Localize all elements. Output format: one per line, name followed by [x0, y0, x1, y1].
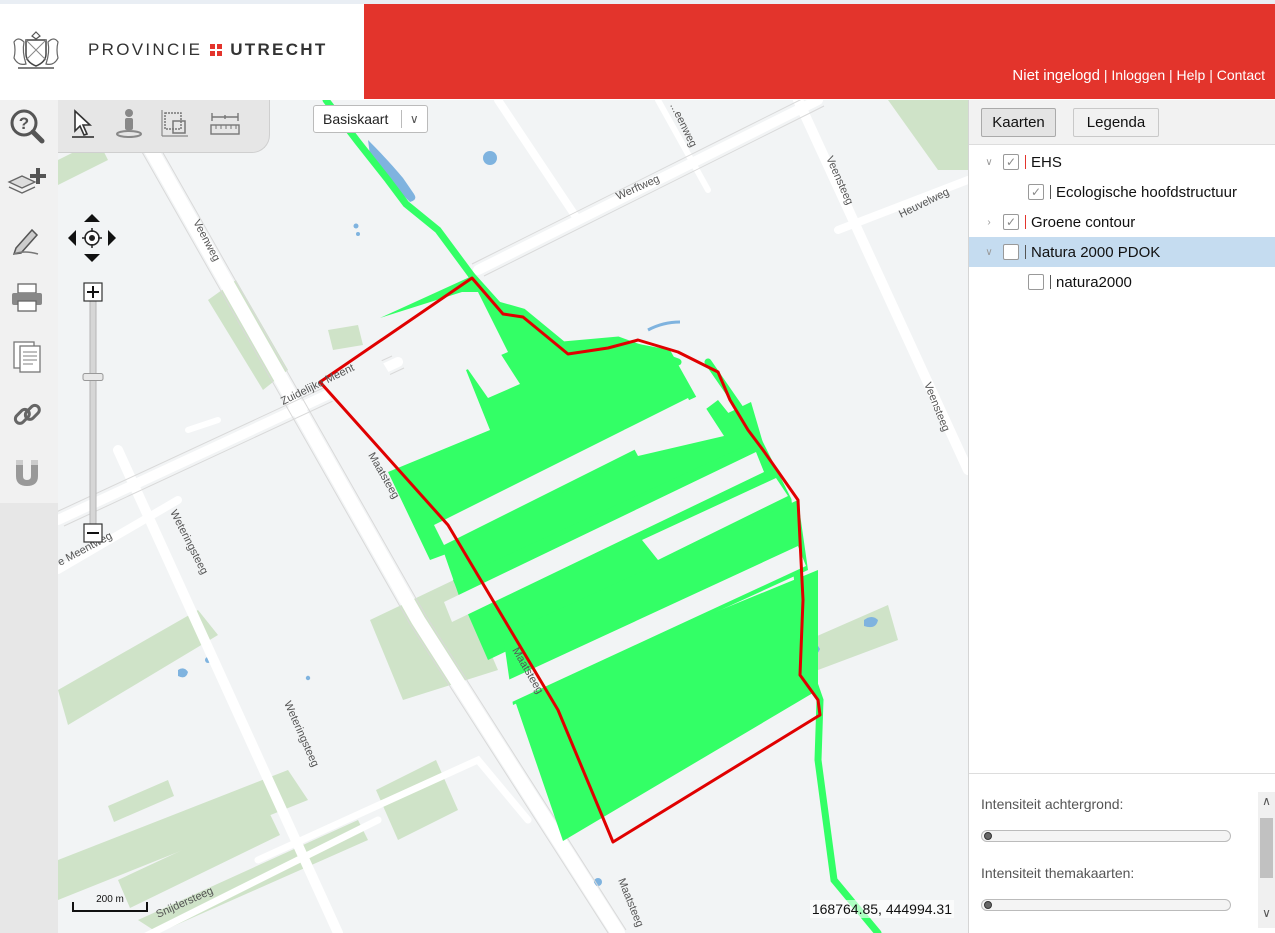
link-button[interactable] [6, 395, 48, 435]
slider-label-background: Intensiteit achtergrond: [981, 796, 1124, 812]
layer-node-ecologische-hoofdstructuur[interactable]: ✓ Ecologische hoofdstructuur [969, 177, 1275, 207]
print-icon [12, 283, 42, 312]
left-toolbar: ? [0, 100, 58, 933]
layer-color-bar [1050, 275, 1051, 289]
street-label-veensteeg-2: Veensteeg [921, 381, 952, 434]
add-layer-button[interactable] [6, 160, 48, 200]
slider-background-knob[interactable] [984, 832, 992, 840]
street-label-werftweg: Werftweg [614, 173, 661, 203]
layer-panel: Kaarten Legenda ∨ ✓ EHS ✓ Ecologische ho… [968, 100, 1275, 933]
link-icon [13, 403, 41, 425]
pan-control[interactable] [66, 212, 118, 264]
measure-distance-button[interactable] [208, 106, 242, 140]
help-link[interactable]: Help [1177, 67, 1206, 83]
layer-label-natura-pdok: Natura 2000 PDOK [1031, 243, 1161, 261]
zoom-slider[interactable] [82, 282, 104, 544]
map-tool-bar [58, 100, 270, 153]
basemap-select-value: Basiskaart [323, 111, 389, 127]
map-canvas[interactable]: Veenweg Werftweg Veensteeg Heuvelweg Zui… [58, 100, 968, 933]
login-link[interactable]: Inloggen [1111, 67, 1165, 83]
streetview-person-icon [116, 109, 142, 138]
basemap[interactable]: Veenweg Werftweg Veensteeg Heuvelweg Zui… [58, 100, 968, 933]
collapse-arrow-icon[interactable]: › [983, 217, 995, 228]
measure-area-icon [161, 110, 188, 137]
scroll-down-icon[interactable]: ∨ [1258, 906, 1275, 926]
basemap-select[interactable]: Basiskaart ∨ [313, 105, 428, 133]
add-layer-icon [7, 168, 46, 194]
layer-node-natura-2000-pdok[interactable]: ∨ Natura 2000 PDOK [969, 237, 1275, 267]
layer-label-ehs: EHS [1031, 153, 1062, 171]
coat-of-arms-icon [13, 31, 59, 69]
draw-icon [12, 228, 39, 255]
layer-node-natura2000[interactable]: natura2000 [969, 267, 1275, 297]
select-arrow-icon [72, 109, 94, 138]
layer-node-groene-contour[interactable]: › ✓ Groene contour [969, 207, 1275, 237]
tab-legenda[interactable]: Legenda [1073, 108, 1159, 137]
expand-arrow-icon[interactable]: ∨ [983, 247, 995, 258]
expand-arrow-icon[interactable]: ∨ [983, 157, 995, 168]
scroll-up-icon[interactable]: ∧ [1258, 794, 1275, 814]
slider-background[interactable] [981, 830, 1231, 842]
zoom-in-button[interactable] [83, 282, 103, 302]
document-button[interactable] [6, 336, 48, 376]
pan-left-icon[interactable] [68, 230, 76, 246]
pan-down-icon[interactable] [84, 254, 100, 262]
brand-wordmark: PROVINCIE UTRECHT [88, 40, 328, 60]
tab-kaarten[interactable]: Kaarten [981, 108, 1056, 137]
select-tool-button[interactable] [66, 106, 100, 140]
provincie-utrecht-logo[interactable]: PROVINCIE UTRECHT [10, 26, 328, 74]
scale-bar-line [72, 902, 148, 912]
brand-bold: UTRECHT [230, 40, 328, 59]
brand-dots-icon [210, 44, 223, 56]
magnet-button[interactable] [6, 453, 48, 493]
slider-label-themes: Intensiteit themakaarten: [981, 865, 1135, 881]
layer-checkbox-natura2000[interactable] [1028, 274, 1044, 290]
magnet-icon [16, 460, 38, 486]
panel-tabs: Kaarten Legenda [969, 100, 1275, 144]
street-label-weteringsteeg-2: Weteringsteeg [281, 699, 321, 768]
layer-color-bar [1025, 215, 1026, 229]
header-red-bar: Niet ingelogd | Inloggen | Help | Contac… [364, 4, 1275, 99]
layer-checkbox-ecologische[interactable]: ✓ [1028, 184, 1044, 200]
layer-checkbox-ehs[interactable]: ✓ [1003, 154, 1019, 170]
scale-bar: 200 m [72, 890, 148, 914]
toolbar-tools: ? [0, 100, 58, 503]
layer-tree: ∨ ✓ EHS ✓ Ecologische hoofdstructuur › ✓… [969, 144, 1275, 774]
header: PROVINCIE UTRECHT Niet ingelogd | Inlogg… [0, 0, 1275, 100]
pan-right-icon[interactable] [108, 230, 116, 246]
measure-distance-icon [210, 113, 240, 135]
layer-color-bar [1050, 185, 1051, 199]
scrollbar-thumb[interactable] [1260, 818, 1273, 878]
zoom-slider-thumb[interactable] [82, 373, 104, 382]
document-icon [13, 341, 41, 373]
info-button[interactable]: ? [6, 106, 48, 146]
layer-label-ecologische: Ecologische hoofdstructuur [1056, 183, 1237, 201]
draw-button[interactable] [6, 220, 48, 260]
intensity-sliders: Intensiteit achtergrond: Intensiteit the… [969, 776, 1275, 933]
layer-label-groene: Groene contour [1031, 213, 1136, 231]
panel-scrollbar[interactable]: ∧ ∨ [1258, 792, 1275, 928]
svg-text:?: ? [19, 114, 29, 133]
zoom-out-button[interactable] [83, 523, 103, 543]
layer-checkbox-groene[interactable]: ✓ [1003, 214, 1019, 230]
slider-themes-knob[interactable] [984, 901, 992, 909]
pan-up-icon[interactable] [84, 214, 100, 222]
layer-node-ehs[interactable]: ∨ ✓ EHS [969, 147, 1275, 177]
slider-themes[interactable] [981, 899, 1231, 911]
layer-label-natura2000: natura2000 [1056, 273, 1132, 291]
streetview-tool-button[interactable] [112, 106, 146, 140]
brand-light: PROVINCIE [88, 40, 203, 59]
measure-area-button[interactable] [158, 106, 192, 140]
info-icon: ? [10, 109, 45, 144]
account-links: Niet ingelogd | Inloggen | Help | Contac… [1012, 67, 1265, 84]
contact-link[interactable]: Contact [1217, 67, 1265, 83]
chevron-down-icon: ∨ [409, 112, 419, 126]
cursor-coordinates: 168764.85, 444994.31 [809, 900, 954, 918]
print-button[interactable] [6, 278, 48, 318]
layer-color-bar [1025, 245, 1026, 259]
layer-color-bar [1025, 155, 1026, 169]
layer-checkbox-natura-pdok[interactable] [1003, 244, 1019, 260]
pan-center-icon[interactable] [82, 228, 102, 248]
login-status: Niet ingelogd [1012, 67, 1100, 84]
